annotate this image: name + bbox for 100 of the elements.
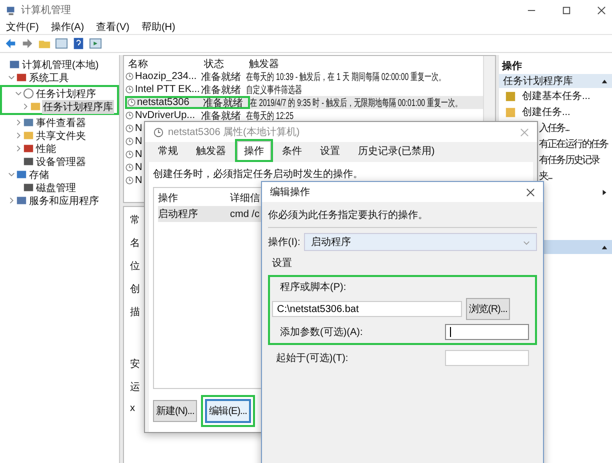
tree-item[interactable]: 共享文件夹 xyxy=(35,128,87,142)
field-label: 操作(I): xyxy=(268,236,300,249)
input-field[interactable]: C:\netstat5306.bat xyxy=(272,301,462,317)
collapse-icon[interactable] xyxy=(601,78,608,84)
tree-node-icon xyxy=(16,72,27,83)
input-field[interactable] xyxy=(445,350,529,366)
task-trigger: 在每天的 12:25 xyxy=(246,110,294,122)
clock-icon xyxy=(127,98,136,107)
task-trigger: 在每天的 10:39 - 触发后，在 1 天 期间每隔 02:00:00 重复一次。 xyxy=(246,70,446,84)
task-trigger: 自定义事件筛选器 xyxy=(246,84,302,96)
task-name[interactable]: N xyxy=(135,123,142,134)
field-label: 描 xyxy=(130,306,140,319)
action-dropdown[interactable]: 启动程序 xyxy=(304,233,537,251)
column-header[interactable]: 详细信 xyxy=(230,191,260,205)
task-name[interactable]: N xyxy=(135,136,142,147)
field-label: 名 xyxy=(130,237,140,250)
table-cell[interactable]: 启动程序 xyxy=(158,207,230,221)
tree-item[interactable]: 事件查看器 xyxy=(35,116,87,130)
task-name[interactable]: N xyxy=(135,149,142,160)
tab[interactable]: 历史记录(已禁用) xyxy=(351,141,442,160)
tree-node-icon xyxy=(23,182,34,193)
maximize-icon[interactable] xyxy=(562,6,571,14)
field-label: 添加参数(可选)(A): xyxy=(280,326,363,339)
tree-node-icon xyxy=(23,117,34,128)
tree-item[interactable]: 服务和应用程序 xyxy=(28,194,100,208)
task-name[interactable]: NvDriverUp... xyxy=(135,110,196,121)
panel-title: 操作 xyxy=(500,60,523,74)
submenu-arrow-icon[interactable] xyxy=(601,188,608,196)
browse-button[interactable]: 浏览(R)... xyxy=(466,298,510,320)
column-header[interactable]: 状态 xyxy=(204,56,249,70)
field-label: 程序或脚本(P): xyxy=(279,280,346,294)
section-title: 任务计划程序库 xyxy=(503,74,573,88)
field-label: 安 xyxy=(130,358,140,371)
tree-node-icon xyxy=(9,59,20,70)
task-name[interactable]: N xyxy=(135,162,142,173)
tree-item[interactable]: 性能 xyxy=(35,142,57,156)
dialog-button[interactable]: 编辑(E)... xyxy=(205,399,251,423)
instruction-text: 创建任务时，必须指定任务启动时发生的操作。 xyxy=(153,168,363,181)
tab[interactable]: 操作 xyxy=(237,141,271,160)
help-icon[interactable] xyxy=(72,37,85,50)
window-title: 计算机管理 xyxy=(21,4,71,17)
clock-icon xyxy=(153,126,164,138)
close-icon[interactable] xyxy=(597,6,606,14)
tree-item[interactable]: 设备管理器 xyxy=(35,154,87,168)
menu-item[interactable]: 文件(F) xyxy=(6,20,39,34)
tree-node-icon xyxy=(16,169,27,180)
tree-node-icon xyxy=(23,88,34,99)
column-header[interactable]: 触发器 xyxy=(249,56,279,70)
menu-item[interactable]: 操作(A) xyxy=(50,20,84,34)
tree-item[interactable]: 存储 xyxy=(28,168,50,182)
back-icon[interactable] xyxy=(4,37,17,50)
task-trigger: 在 2019/4/7 的 9:35 时 - 触发后，无限期地每隔 00:01:00 重复一次。 xyxy=(250,96,462,110)
tree-node-icon xyxy=(23,130,34,141)
tree-node-icon xyxy=(23,156,34,167)
forward-icon[interactable] xyxy=(21,37,34,50)
field-label: x xyxy=(130,403,135,414)
tab[interactable]: 常 xyxy=(130,213,140,227)
section-header[interactable]: 任务计划程序库 xyxy=(499,74,612,88)
task-status: 准备就绪 xyxy=(201,84,242,96)
field-label: 运 xyxy=(130,380,140,394)
instruction-text: 你必须为此任务指定要执行的操作。 xyxy=(268,208,537,228)
field-label: 创 xyxy=(130,283,140,296)
panel-icon[interactable] xyxy=(89,37,102,50)
tree-item[interactable]: 任务计划程序 xyxy=(35,86,97,100)
tab[interactable]: 常规 xyxy=(151,141,185,160)
panel-icon[interactable] xyxy=(55,37,68,50)
tab[interactable]: 触发器 xyxy=(189,141,233,160)
action-link[interactable]: 创建基本任务... xyxy=(522,89,590,103)
field-label: 起始于(可选)(T): xyxy=(276,352,348,365)
close-icon[interactable] xyxy=(526,188,535,196)
field-label: 位 xyxy=(130,260,140,273)
dropdown-caret-icon xyxy=(523,238,530,246)
menu-item[interactable]: 查看(V) xyxy=(96,20,130,34)
action-link[interactable]: 创建任务... xyxy=(522,105,570,119)
action-icon xyxy=(505,90,516,102)
input-field[interactable] xyxy=(445,324,529,340)
task-name[interactable]: Intel PTT EK... xyxy=(135,84,200,95)
task-name[interactable]: netstat5306 xyxy=(137,97,190,108)
dialog-title: netstat5306 属性(本地计算机) xyxy=(168,126,300,139)
app-icon xyxy=(6,4,17,16)
column-header[interactable]: 操作 xyxy=(158,191,230,205)
tree-item[interactable]: 系统工具 xyxy=(28,70,70,84)
column-header[interactable]: 名称 xyxy=(128,56,204,70)
action-icon xyxy=(505,106,516,118)
group-label: 设置 xyxy=(271,256,292,270)
dialog-button[interactable]: 新建(N)... xyxy=(153,400,198,422)
tree-node-icon xyxy=(23,143,34,154)
task-name[interactable]: N xyxy=(135,175,142,186)
tree-item[interactable]: 计算机管理(本地) xyxy=(21,58,100,72)
tree-item[interactable]: 任务计划程序库 xyxy=(42,100,114,114)
menu-item[interactable]: 帮助(H) xyxy=(141,20,176,34)
collapse-icon[interactable] xyxy=(601,244,608,250)
tree-node-icon xyxy=(16,195,27,206)
task-status: 准备就绪 xyxy=(201,110,242,122)
task-name[interactable]: Haozip_234... xyxy=(135,71,197,82)
tab[interactable]: 条件 xyxy=(275,141,309,160)
tree-item[interactable]: 磁盘管理 xyxy=(35,180,77,194)
table-cell[interactable]: cmd /c xyxy=(230,208,260,220)
tab[interactable]: 设置 xyxy=(313,141,347,160)
dialog-title: 编辑操作 xyxy=(270,186,310,199)
